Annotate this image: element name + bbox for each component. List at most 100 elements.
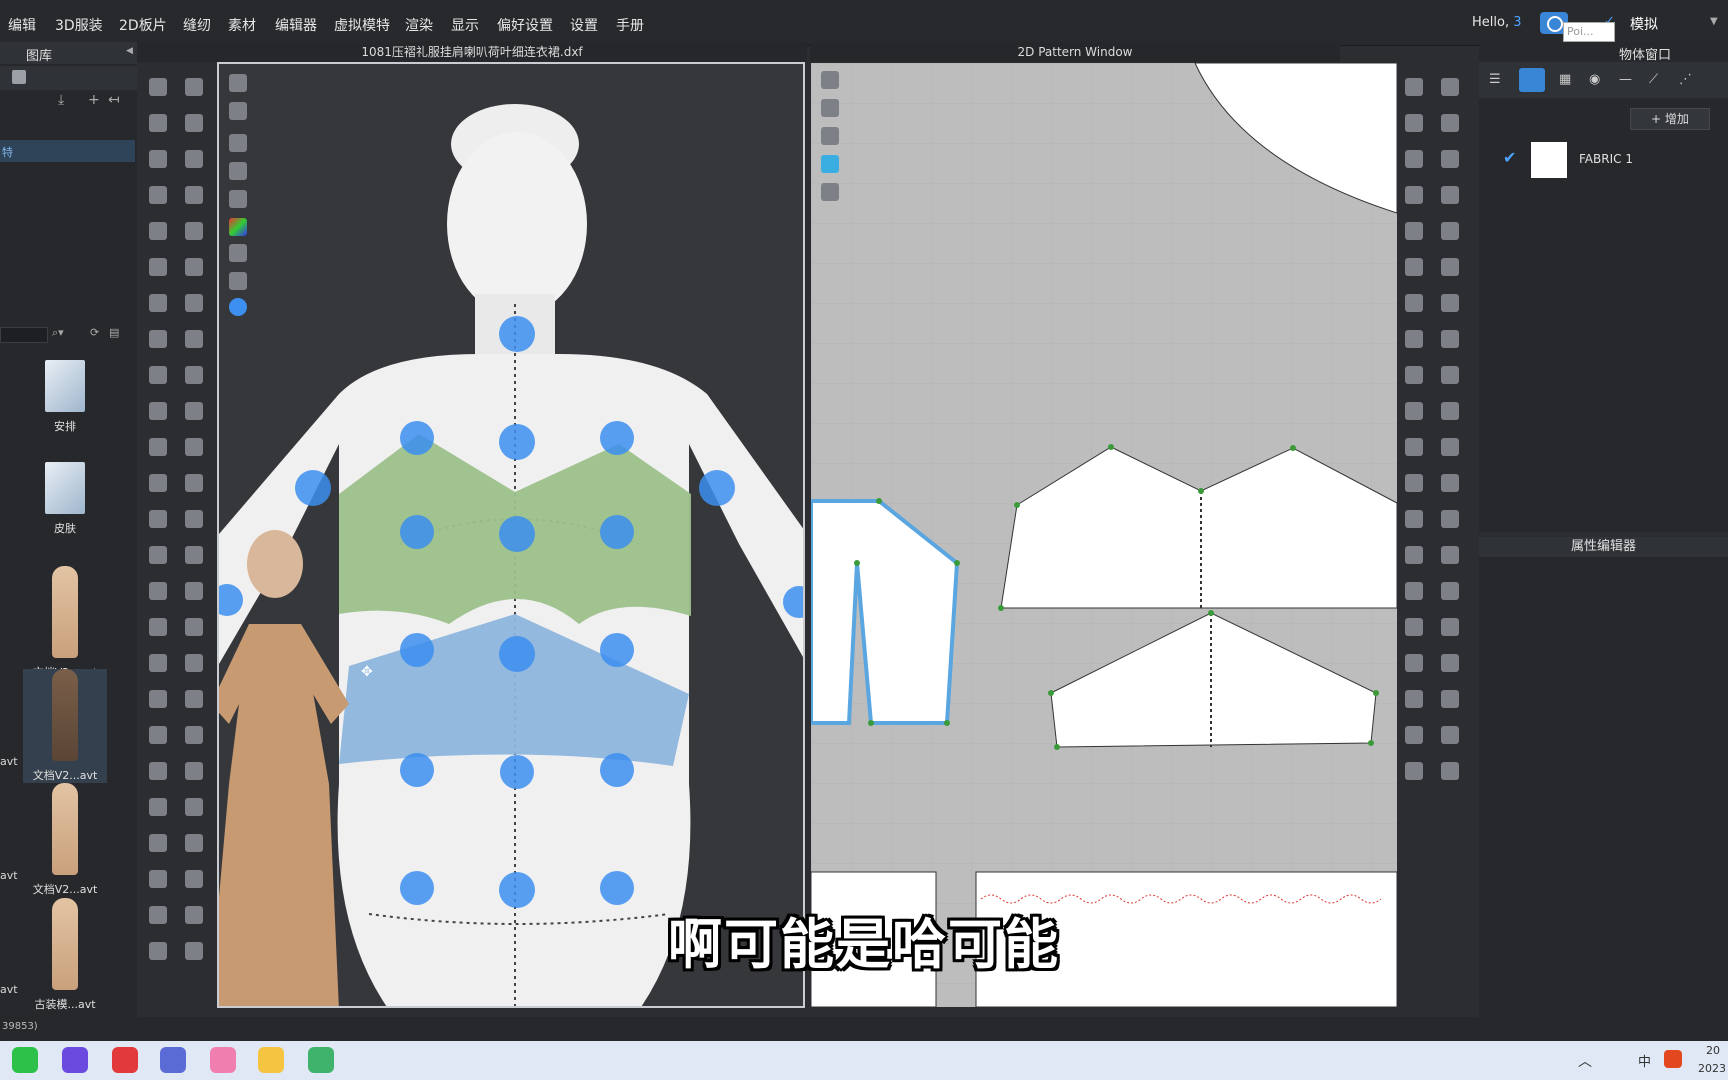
tool-icon[interactable] xyxy=(185,186,203,204)
tool-icon[interactable] xyxy=(149,942,167,960)
download-icon[interactable]: ⤓ xyxy=(58,92,64,108)
tool-icon[interactable] xyxy=(185,798,203,816)
tool-icon[interactable] xyxy=(1441,258,1459,276)
shirt-icon[interactable] xyxy=(821,99,839,117)
tool-icon[interactable] xyxy=(1405,546,1423,564)
tool-icon[interactable] xyxy=(185,114,203,132)
avatar-head-icon[interactable] xyxy=(229,272,247,290)
tool-icon[interactable] xyxy=(1405,726,1423,744)
simulation-toggle[interactable]: 模拟 xyxy=(1630,14,1658,34)
menu-edit[interactable]: 编辑 xyxy=(8,15,36,35)
tool-icon[interactable] xyxy=(1441,402,1459,420)
menu-settings[interactable]: 设置 xyxy=(570,15,598,35)
back-icon[interactable]: ↤ xyxy=(108,92,120,108)
tool-icon[interactable] xyxy=(149,474,167,492)
tool-icon[interactable] xyxy=(1405,78,1423,96)
library-item-avatar[interactable]: 古装模...avt xyxy=(0,898,130,1012)
tool-icon[interactable] xyxy=(1441,618,1459,636)
tool-icon[interactable] xyxy=(185,78,203,96)
app-icon[interactable] xyxy=(62,1047,88,1073)
tool-icon[interactable] xyxy=(1405,510,1423,528)
tool-icon[interactable] xyxy=(185,150,203,168)
viewport-2d[interactable] xyxy=(811,63,1397,1007)
tool-icon[interactable] xyxy=(185,294,203,312)
tool-icon[interactable] xyxy=(1441,474,1459,492)
tool-icon[interactable] xyxy=(1441,654,1459,672)
tool-icon[interactable] xyxy=(149,510,167,528)
info-icon[interactable] xyxy=(821,127,839,145)
add-fabric-button[interactable]: + 增加 xyxy=(1630,108,1710,130)
tool-icon[interactable] xyxy=(1405,258,1423,276)
fabric-icon[interactable] xyxy=(821,155,839,173)
tool-icon[interactable] xyxy=(149,258,167,276)
tool-icon[interactable] xyxy=(149,78,167,96)
menu-3d-garment[interactable]: 3D服装 xyxy=(55,15,103,35)
tool-icon[interactable] xyxy=(1441,114,1459,132)
tool-icon[interactable] xyxy=(185,402,203,420)
tool-icon[interactable] xyxy=(149,150,167,168)
tool-icon[interactable] xyxy=(149,222,167,240)
app-icon[interactable] xyxy=(308,1047,334,1073)
tool-icon[interactable] xyxy=(185,438,203,456)
tool-icon[interactable] xyxy=(185,330,203,348)
tool-icon[interactable] xyxy=(149,834,167,852)
sheet-icon[interactable] xyxy=(229,244,247,262)
lock-garment-icon[interactable] xyxy=(821,183,839,201)
input-method-icon[interactable] xyxy=(1664,1050,1682,1068)
tool-icon[interactable] xyxy=(1441,582,1459,600)
tool-icon[interactable] xyxy=(1405,690,1423,708)
collapse-icon[interactable]: ◀ xyxy=(126,46,133,56)
tool-icon[interactable] xyxy=(149,186,167,204)
button-icon[interactable]: ◉ xyxy=(1589,72,1600,87)
library-search-input[interactable] xyxy=(0,327,48,343)
menu-materials[interactable]: 素材 xyxy=(228,15,256,35)
tool-icon[interactable] xyxy=(1405,654,1423,672)
tool-icon[interactable] xyxy=(149,798,167,816)
tool-icon[interactable] xyxy=(1405,330,1423,348)
tool-icon[interactable] xyxy=(1441,78,1459,96)
tool-icon[interactable] xyxy=(1405,582,1423,600)
tool-icon[interactable] xyxy=(185,258,203,276)
tool-icon[interactable] xyxy=(185,762,203,780)
tool-icon[interactable] xyxy=(149,870,167,888)
texture-icon[interactable] xyxy=(229,218,247,236)
tool-icon[interactable] xyxy=(185,834,203,852)
display-icon[interactable] xyxy=(229,74,247,92)
ime-indicator[interactable]: 中 xyxy=(1638,1051,1651,1070)
tool-icon[interactable] xyxy=(149,114,167,132)
tool-icon[interactable] xyxy=(149,330,167,348)
tool-icon[interactable] xyxy=(1405,114,1423,132)
tool-icon[interactable] xyxy=(185,474,203,492)
chevron-down-icon[interactable]: ▼ xyxy=(1710,16,1718,27)
menu-sewing[interactable]: 缝纫 xyxy=(183,15,211,35)
tool-icon[interactable] xyxy=(1441,438,1459,456)
viewport-3d[interactable]: ✥ xyxy=(217,62,805,1008)
tool-icon[interactable] xyxy=(1405,186,1423,204)
line-icon[interactable]: — xyxy=(1619,72,1632,87)
tool-icon[interactable] xyxy=(185,618,203,636)
list-icon[interactable]: ☰ xyxy=(1489,72,1501,87)
add-icon[interactable]: + xyxy=(88,92,100,108)
tool-icon[interactable] xyxy=(1441,186,1459,204)
tool-icon[interactable] xyxy=(1405,366,1423,384)
tool-icon[interactable] xyxy=(1405,762,1423,780)
zip-icon[interactable]: ⋰ xyxy=(1679,72,1692,87)
app-icon[interactable] xyxy=(258,1047,284,1073)
tool-icon[interactable] xyxy=(149,726,167,744)
tool-icon[interactable] xyxy=(185,870,203,888)
tool-icon[interactable] xyxy=(1441,330,1459,348)
checkmark-icon[interactable]: ✔ xyxy=(1503,148,1516,167)
fabric-list-item[interactable]: ✔ FABRIC 1 xyxy=(1479,140,1728,182)
avatar-icon[interactable] xyxy=(229,162,247,180)
menu-display[interactable]: 显示 xyxy=(451,15,479,35)
shirt-icon[interactable] xyxy=(229,134,247,152)
lock-icon[interactable] xyxy=(12,70,26,84)
search-icon[interactable]: ⌕▾ xyxy=(52,326,64,340)
tool-icon[interactable] xyxy=(149,690,167,708)
tool-icon[interactable] xyxy=(149,618,167,636)
hello-user[interactable]: Hello, 3 xyxy=(1472,15,1522,30)
fabric-tab-icon[interactable] xyxy=(1519,68,1545,92)
person-icon[interactable] xyxy=(229,190,247,208)
tool-icon[interactable] xyxy=(1441,510,1459,528)
tool-icon[interactable] xyxy=(149,582,167,600)
